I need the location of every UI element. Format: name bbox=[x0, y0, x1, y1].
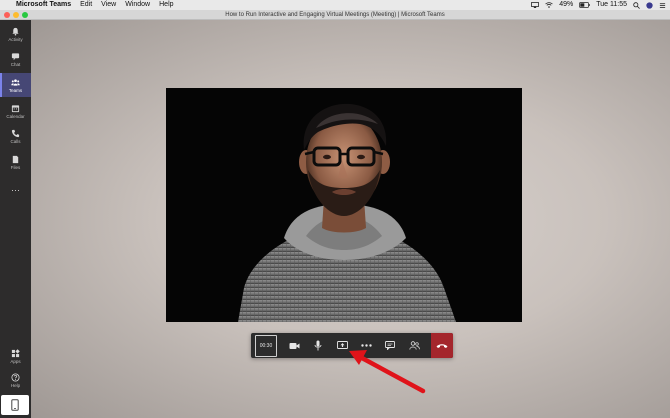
status-area: 49% Tue 11:55 bbox=[531, 0, 666, 10]
call-timer: 00:30 bbox=[255, 334, 277, 357]
calendar-icon bbox=[11, 104, 20, 112]
rail-item-label: Calls bbox=[10, 138, 21, 144]
rail-more-apps-button[interactable]: ··· bbox=[0, 178, 31, 202]
device-button[interactable] bbox=[1, 395, 29, 415]
menu-help[interactable]: Help bbox=[159, 0, 173, 10]
show-conversation-button[interactable] bbox=[378, 333, 402, 358]
more-actions-button[interactable] bbox=[354, 333, 378, 358]
teams-icon bbox=[11, 78, 20, 86]
chat-icon bbox=[11, 52, 20, 60]
menu-bar: Microsoft Teams Edit View Window Help 49… bbox=[0, 0, 670, 10]
microphone-icon bbox=[314, 340, 322, 351]
rail-item-label: Help bbox=[10, 382, 21, 388]
file-icon bbox=[12, 155, 19, 163]
rail-item-label: Calendar bbox=[6, 113, 25, 119]
user-account-icon[interactable] bbox=[646, 1, 653, 9]
rail-item-files[interactable]: Files bbox=[0, 150, 31, 174]
hang-up-button[interactable] bbox=[431, 333, 453, 358]
minimize-window-button[interactable] bbox=[13, 12, 19, 18]
window-title: How to Run Interactive and Engaging Virt… bbox=[225, 12, 445, 18]
menu-window[interactable]: Window bbox=[125, 0, 150, 10]
rail-item-calendar[interactable]: Calendar bbox=[0, 99, 31, 123]
rail-item-label: Chat bbox=[10, 61, 21, 67]
menu-view[interactable]: View bbox=[101, 0, 116, 10]
app-rail: Activity Chat Teams Calendar Calls Files… bbox=[0, 20, 31, 418]
zoom-window-button[interactable] bbox=[22, 12, 28, 18]
window-title-bar: How to Run Interactive and Engaging Virt… bbox=[0, 10, 670, 20]
rail-item-calls[interactable]: Calls bbox=[0, 124, 31, 148]
camera-toggle-button[interactable] bbox=[282, 333, 306, 358]
menubar-clock[interactable]: Tue 11:55 bbox=[596, 0, 627, 10]
close-window-button[interactable] bbox=[4, 12, 10, 18]
battery-icon[interactable] bbox=[579, 2, 590, 8]
participant-portrait-image bbox=[166, 88, 522, 322]
share-screen-button[interactable] bbox=[330, 333, 354, 358]
participants-icon bbox=[408, 341, 420, 350]
battery-percent: 49% bbox=[559, 1, 574, 8]
rail-item-activity[interactable]: Activity bbox=[0, 22, 31, 46]
apps-icon bbox=[11, 348, 20, 357]
more-icon: ··· bbox=[11, 185, 20, 195]
rail-item-help[interactable]: Help bbox=[0, 368, 31, 392]
screen-mirror-icon[interactable] bbox=[531, 2, 540, 8]
rail-item-label: Activity bbox=[8, 36, 23, 42]
wifi-icon[interactable] bbox=[545, 2, 553, 8]
menu-edit[interactable]: Edit bbox=[80, 0, 92, 10]
rail-item-label: Teams bbox=[8, 87, 23, 93]
rail-item-teams[interactable]: Teams bbox=[0, 73, 31, 97]
show-participants-button[interactable] bbox=[402, 333, 426, 358]
phone-icon bbox=[11, 129, 20, 137]
rail-item-label: Files bbox=[10, 164, 21, 170]
rail-item-apps[interactable]: Apps bbox=[0, 344, 31, 368]
mobile-device-icon bbox=[11, 399, 19, 411]
help-icon bbox=[11, 372, 20, 382]
share-screen-icon bbox=[336, 341, 348, 349]
window-controls bbox=[4, 12, 28, 18]
participant-video[interactable] bbox=[166, 88, 522, 322]
conversation-icon bbox=[385, 341, 395, 350]
more-dots-icon bbox=[360, 344, 372, 347]
notification-center-icon[interactable] bbox=[659, 2, 666, 9]
spotlight-search-icon[interactable] bbox=[633, 1, 640, 9]
video-camera-icon bbox=[289, 342, 299, 349]
rail-item-chat[interactable]: Chat bbox=[0, 47, 31, 71]
call-controls-toolbar: 00:30 bbox=[251, 333, 453, 358]
meeting-stage: 00:30 bbox=[31, 20, 670, 418]
microphone-toggle-button[interactable] bbox=[306, 333, 330, 358]
bell-icon bbox=[12, 27, 19, 36]
menu-app-name[interactable]: Microsoft Teams bbox=[16, 0, 71, 10]
rail-item-label: Apps bbox=[10, 358, 21, 364]
hang-up-icon bbox=[436, 343, 448, 348]
